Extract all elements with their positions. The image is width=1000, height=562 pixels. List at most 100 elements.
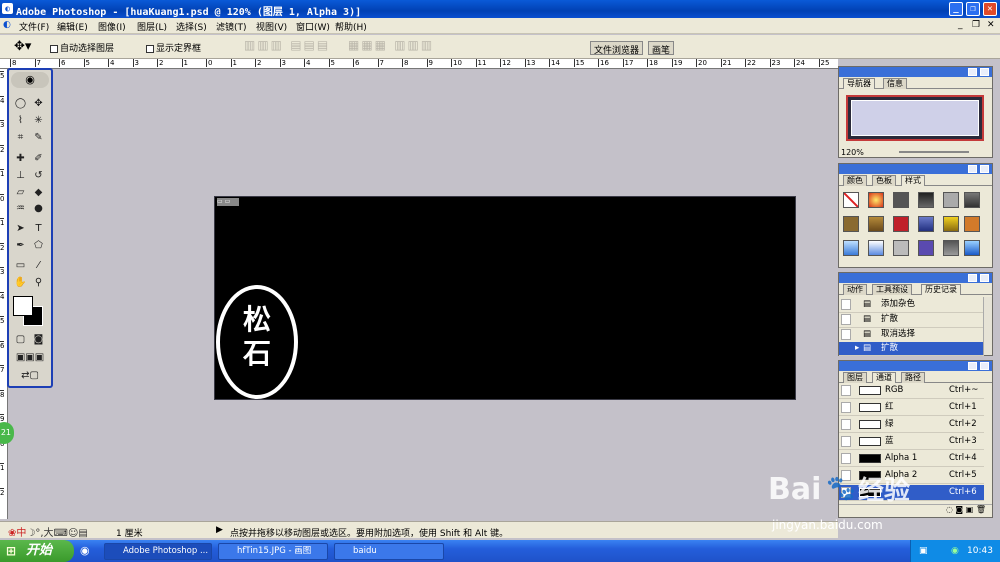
style-swatch[interactable] bbox=[918, 216, 934, 232]
style-swatch[interactable] bbox=[868, 192, 884, 208]
eraser-tool-icon[interactable]: ▱ bbox=[12, 185, 29, 200]
hand-tool-icon[interactable]: ✋ bbox=[12, 275, 29, 290]
start-button[interactable]: ⊞ 开始 bbox=[0, 540, 74, 562]
taskbar-item-photoshop[interactable]: Adobe Photoshop ... bbox=[104, 543, 212, 560]
move-tool-icon[interactable]: ✥ bbox=[30, 96, 47, 111]
dodge-tool-icon[interactable]: ● bbox=[30, 201, 47, 216]
style-swatch[interactable] bbox=[964, 192, 980, 208]
taskbar-item-baidu[interactable]: baidu bbox=[334, 543, 444, 560]
menu-window[interactable]: 窗口(W) bbox=[296, 20, 330, 33]
style-none[interactable] bbox=[843, 192, 859, 208]
style-swatch[interactable] bbox=[843, 240, 859, 256]
quicklaunch-icon[interactable]: ◉ bbox=[80, 544, 90, 557]
doc-minimize-button[interactable]: _ bbox=[958, 20, 963, 30]
visibility-toggle[interactable] bbox=[841, 436, 851, 447]
visibility-toggle[interactable] bbox=[841, 419, 851, 430]
tab-info[interactable]: 信息 bbox=[883, 78, 907, 89]
history-item[interactable]: ▤ 添加杂色 bbox=[839, 297, 984, 313]
doc-window-controls[interactable]: ▭ ▭ bbox=[217, 198, 239, 206]
menu-help[interactable]: 帮助(H) bbox=[335, 20, 367, 33]
standard-mode-icon[interactable]: ▢ bbox=[12, 332, 29, 347]
style-swatch[interactable] bbox=[893, 240, 909, 256]
style-swatch[interactable] bbox=[964, 240, 980, 256]
style-swatch[interactable] bbox=[893, 192, 909, 208]
status-arrow-icon[interactable]: ▶ bbox=[216, 525, 223, 535]
style-swatch[interactable] bbox=[964, 216, 980, 232]
tray-info-icon[interactable]: ◉ bbox=[951, 540, 959, 562]
tab-actions[interactable]: 动作 bbox=[843, 284, 867, 295]
document-size[interactable]: 1 厘米 bbox=[116, 526, 143, 539]
channel-row[interactable]: 红 Ctrl+1 bbox=[839, 400, 984, 416]
tab-tool-presets[interactable]: 工具预设 bbox=[872, 284, 912, 295]
visibility-toggle[interactable] bbox=[841, 402, 851, 413]
channel-row[interactable]: RGB Ctrl+~ bbox=[839, 383, 984, 399]
clone-stamp-tool-icon[interactable]: ⊥ bbox=[12, 168, 29, 183]
tab-layers[interactable]: 图层 bbox=[843, 372, 867, 383]
show-bounds-option[interactable]: 显示定界框 bbox=[146, 41, 201, 54]
jump-to-imageready-icon[interactable]: ⇄▢ bbox=[12, 368, 48, 383]
shape-tool-icon[interactable]: ⬠ bbox=[30, 238, 47, 253]
auto-select-option[interactable]: 自动选择图层 bbox=[50, 41, 114, 54]
menu-filter[interactable]: 滤镜(T) bbox=[216, 20, 247, 33]
menu-image[interactable]: 图像(I) bbox=[98, 20, 126, 33]
history-brush-tool-icon[interactable]: ↺ bbox=[30, 168, 47, 183]
document-canvas[interactable]: ▭ ▭ 松 石 bbox=[214, 196, 796, 400]
visibility-toggle[interactable] bbox=[841, 385, 851, 396]
tab-swatches[interactable]: 色板 bbox=[872, 175, 896, 186]
tab-channels[interactable]: 通道 bbox=[872, 372, 896, 383]
move-tool-icon[interactable]: ✥▾ bbox=[14, 39, 31, 54]
auto-select-checkbox[interactable] bbox=[50, 44, 58, 53]
show-bounds-checkbox[interactable] bbox=[146, 44, 154, 53]
taskbar-item-paint[interactable]: hfTin15.JPG - 画图 bbox=[218, 543, 328, 560]
quick-mask-mode-icon[interactable]: ◙ bbox=[30, 332, 47, 347]
tab-paths[interactable]: 路径 bbox=[901, 372, 925, 383]
style-swatch[interactable] bbox=[918, 240, 934, 256]
zoom-slider[interactable] bbox=[899, 151, 969, 153]
minimize-button[interactable]: _ bbox=[949, 2, 963, 16]
style-swatch[interactable] bbox=[943, 240, 959, 256]
visibility-toggle[interactable] bbox=[841, 453, 851, 464]
style-swatch[interactable] bbox=[943, 216, 959, 232]
zoom-value[interactable]: 120% bbox=[841, 148, 864, 157]
maximize-button[interactable]: ❐ bbox=[966, 2, 980, 16]
history-item[interactable]: ▤ 取消选择 bbox=[839, 327, 984, 343]
paint-bucket-tool-icon[interactable]: ◆ bbox=[30, 185, 47, 200]
tab-navigator[interactable]: 导航器 bbox=[843, 78, 875, 89]
notes-tool-icon[interactable]: ▭ bbox=[12, 258, 29, 273]
history-item-selected[interactable]: ▸ ▤ 扩散 bbox=[839, 342, 984, 356]
tab-color[interactable]: 颜色 bbox=[843, 175, 867, 186]
tab-history[interactable]: 历史记录 bbox=[921, 284, 961, 295]
crop-tool-icon[interactable]: ⌗ bbox=[12, 130, 29, 145]
menu-file[interactable]: 文件(F) bbox=[19, 20, 49, 33]
screen-mode-icon[interactable]: ▣▣▣ bbox=[12, 350, 48, 365]
channel-row[interactable]: 绿 Ctrl+2 bbox=[839, 417, 984, 433]
menu-select[interactable]: 选择(S) bbox=[176, 20, 207, 33]
style-swatch[interactable] bbox=[868, 240, 884, 256]
foreground-color-swatch[interactable] bbox=[13, 296, 33, 316]
slice-tool-icon[interactable]: ✎ bbox=[30, 130, 47, 145]
menu-view[interactable]: 视图(V) bbox=[256, 20, 287, 33]
healing-brush-tool-icon[interactable]: ✚ bbox=[12, 151, 29, 166]
doc-close-button[interactable]: ✕ bbox=[987, 20, 995, 30]
type-tool-icon[interactable]: T bbox=[30, 221, 47, 236]
lasso-tool-icon[interactable]: ⌇ bbox=[12, 113, 29, 128]
style-swatch[interactable] bbox=[943, 192, 959, 208]
eyedropper-tool-icon[interactable]: ⁄ bbox=[30, 258, 47, 273]
menu-layer[interactable]: 图层(L) bbox=[137, 20, 167, 33]
history-scrollbar[interactable] bbox=[983, 297, 992, 355]
style-swatch[interactable] bbox=[843, 216, 859, 232]
blur-tool-icon[interactable]: ♒ bbox=[12, 201, 29, 216]
pen-tool-icon[interactable]: ✒ bbox=[12, 238, 29, 253]
brush-tool-icon[interactable]: ✐ bbox=[30, 151, 47, 166]
close-button[interactable]: ✕ bbox=[983, 2, 997, 16]
channel-row[interactable]: 蓝 Ctrl+3 bbox=[839, 434, 984, 450]
style-swatch[interactable] bbox=[918, 192, 934, 208]
menu-edit[interactable]: 编辑(E) bbox=[57, 20, 88, 33]
tab-brushes[interactable]: 画笔 bbox=[648, 41, 675, 56]
history-item[interactable]: ▤ 扩散 bbox=[839, 312, 984, 328]
style-swatch[interactable] bbox=[893, 216, 909, 232]
doc-restore-button[interactable]: ❐ bbox=[972, 20, 980, 30]
tab-file-browser[interactable]: 文件浏览器 bbox=[590, 41, 644, 56]
tray-icon[interactable]: ▣ bbox=[919, 540, 928, 562]
magic-wand-tool-icon[interactable]: ✳ bbox=[30, 113, 47, 128]
